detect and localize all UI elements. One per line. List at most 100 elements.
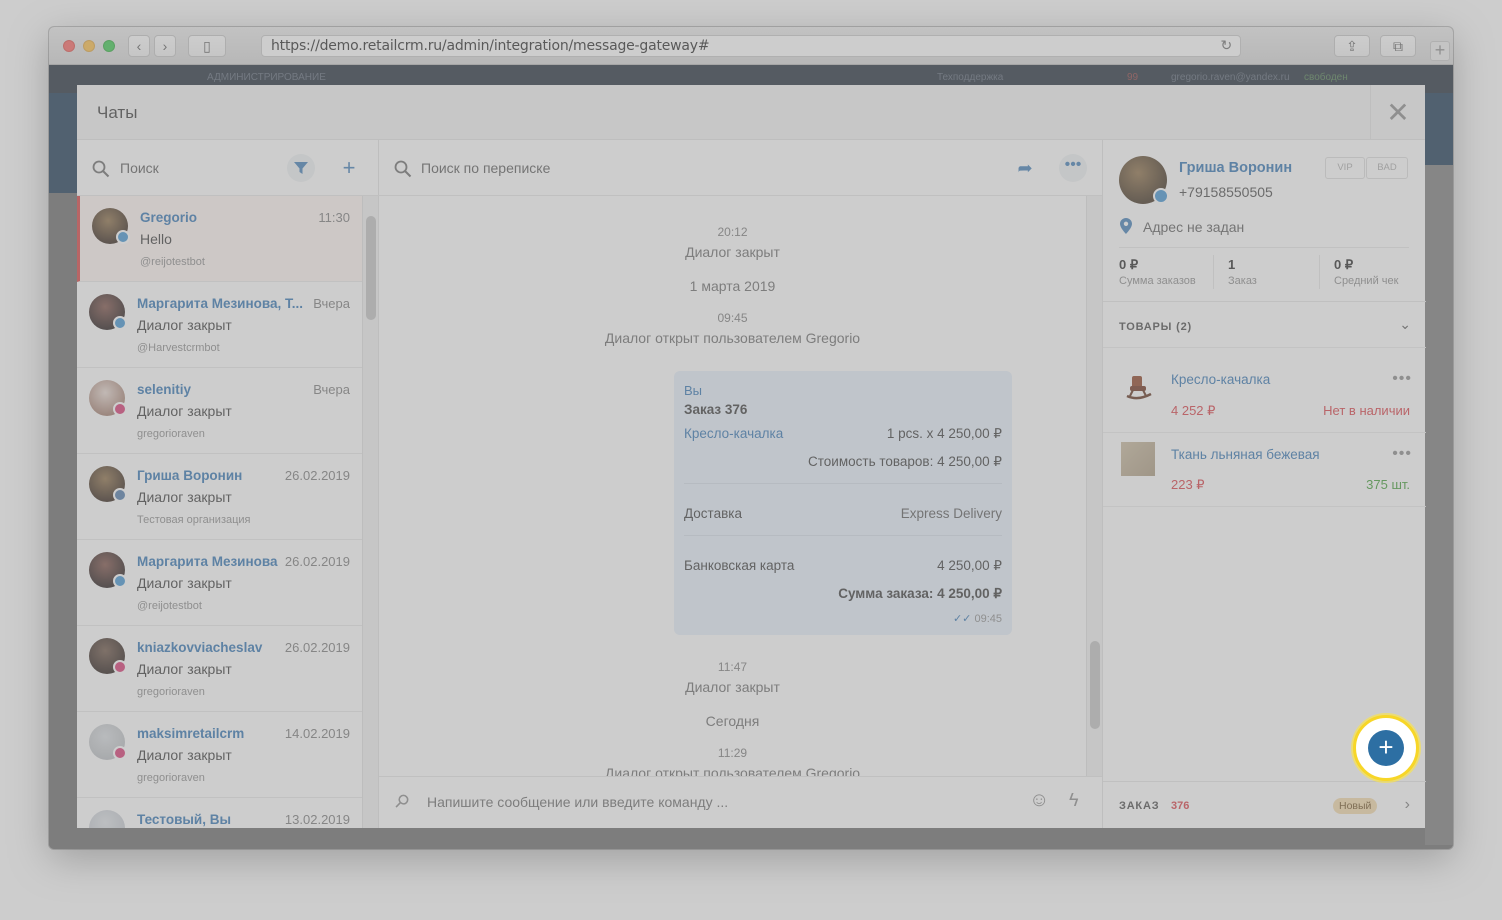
reload-icon[interactable]: ↻ <box>1220 36 1232 56</box>
product-stock: 375 шт. <box>1366 477 1410 492</box>
date-separator: Сегодня <box>705 713 760 729</box>
add-order-button[interactable]: + <box>1368 730 1404 766</box>
chat-last-message: Диалог закрыт <box>137 403 232 419</box>
payment-row: Банковская карта 4 250,00 ₽ <box>684 558 1002 576</box>
divider <box>1103 347 1426 348</box>
order-item-qty: 1 pcs. x 4 250,00 ₽ <box>886 426 1002 441</box>
chat-search-bar: Поиск + <box>77 140 379 196</box>
average-check-value: 0 ₽ <box>1334 257 1354 272</box>
chat-list-panel: Поиск + Gregorio 11:30 Hello @reijotestbot М… <box>77 140 379 828</box>
chat-item[interactable]: Gregorio 11:30 Hello @reijotestbot <box>77 196 362 282</box>
vip-tag[interactable]: VIP <box>1325 157 1365 179</box>
message-time-text: 09:45 <box>974 613 1002 625</box>
order-item-link[interactable]: Кресло-качалка <box>684 426 783 441</box>
bad-tag[interactable]: BAD <box>1366 157 1408 179</box>
message-input[interactable]: Напишите сообщение или введите команду .… <box>427 794 728 810</box>
chevron-right-icon[interactable]: › <box>1405 796 1410 814</box>
order-number[interactable]: 376 <box>1171 800 1189 812</box>
chat-channel-name: gregorioraven <box>137 428 205 440</box>
event-time: 11:47 <box>717 660 748 674</box>
product-price: 4 252 ₽ <box>1171 403 1216 418</box>
chat-item[interactable]: kniazkovviacheslav 26.02.2019 Диалог закры… <box>77 626 362 712</box>
chevron-down-icon[interactable]: ⌄ <box>1399 316 1411 333</box>
product-stock: Нет в наличии <box>1323 403 1410 418</box>
conversation-search-input[interactable]: Поиск по переписке <box>421 160 550 176</box>
conversation-scroll-thumb[interactable] <box>1090 641 1100 729</box>
divider <box>1119 247 1409 248</box>
goods-total-row: Стоимость товаров: 4 250,00 ₽ <box>684 454 1002 472</box>
zoom-window-button[interactable] <box>103 40 115 52</box>
background-panel <box>1425 165 1453 845</box>
close-window-button[interactable] <box>63 40 75 52</box>
chat-name: Маргарита Мезинова <box>137 554 278 569</box>
minimize-window-button[interactable] <box>83 40 95 52</box>
divider <box>1103 301 1426 302</box>
product-name[interactable]: Ткань льняная бежевая <box>1171 447 1320 462</box>
more-icon[interactable]: ••• <box>1392 370 1412 388</box>
order-message-item: Кресло-качалка 1 pcs. x 4 250,00 ₽ <box>684 426 1002 444</box>
chat-item[interactable]: Гриша Воронин 26.02.2019 Диалог закрыт Тест… <box>77 454 362 540</box>
chat-list-scrollbar[interactable] <box>362 196 378 828</box>
order-message-bubble: Вы Заказ 376 Кресло-качалка 1 pcs. x 4 2… <box>674 371 1012 635</box>
more-icon[interactable]: ••• <box>1059 154 1087 182</box>
average-check-label: Средний чек <box>1334 275 1399 287</box>
tabs-icon[interactable]: ⧉ <box>1380 35 1416 57</box>
products-title[interactable]: ТОВАРЫ (2) <box>1119 321 1192 333</box>
chat-item[interactable]: Маргарита Мезинова 26.02.2019 Диалог закры… <box>77 540 362 626</box>
forward-button[interactable]: › <box>154 35 176 57</box>
divider <box>684 535 1002 536</box>
product-name[interactable]: Кресло-качалка <box>1171 372 1270 387</box>
emoji-icon[interactable]: ☺ <box>1029 789 1049 812</box>
chat-item[interactable]: selenitiy Вчера Диалог закрыт gregorioraven <box>77 368 362 454</box>
date-separator: 1 марта 2019 <box>689 278 776 294</box>
chat-item[interactable]: maksimretailcrm 14.02.2019 Диалог закрыт gr… <box>77 712 362 798</box>
product-image <box>1126 376 1152 400</box>
attach-icon[interactable]: ⚲ <box>390 789 413 813</box>
chat-name: Маргарита Мезинова, Т... <box>137 296 303 311</box>
event-text: Диалог открыт пользователем Gregorio <box>604 765 861 776</box>
telegram-icon <box>1153 188 1169 204</box>
modal-header: Чаты ✕ <box>77 85 1425 140</box>
order-status-badge: Новый <box>1333 798 1378 814</box>
chat-item[interactable]: Тестовый, Вы 13.02.2019 <box>77 798 362 828</box>
product-item: Ткань льняная бежевая ••• 223 ₽ 375 шт. <box>1103 436 1426 506</box>
background-admin-label: АДМИНИСТРИРОВАНИЕ <box>207 72 326 83</box>
double-check-icon: ✓✓ <box>952 613 975 625</box>
order-message-title: Заказ 376 <box>684 402 748 417</box>
message-meta: ✓✓ 09:45 <box>684 612 1002 626</box>
chat-search-input[interactable]: Поиск <box>120 160 159 176</box>
sidebar-toggle-icon[interactable]: ▯ <box>188 35 226 57</box>
forward-icon[interactable]: ➦ <box>1011 154 1039 182</box>
instagram-icon <box>113 660 127 674</box>
orders-sum-value: 0 ₽ <box>1119 257 1139 272</box>
conversation-panel: Поиск по переписке ➦ ••• 20:12 Диалог за… <box>379 140 1102 828</box>
lightning-icon[interactable]: ϟ <box>1069 790 1079 811</box>
chat-list-scroll-thumb[interactable] <box>366 216 376 320</box>
modal-title: Чаты <box>97 103 138 122</box>
product-item: Кресло-качалка ••• 4 252 ₽ Нет в наличии <box>1103 360 1426 430</box>
product-image <box>1121 442 1155 476</box>
instagram-icon <box>113 746 127 760</box>
divider <box>1213 255 1214 289</box>
chat-time: Вчера <box>313 382 350 397</box>
customer-name[interactable]: Гриша Воронин <box>1179 160 1292 176</box>
delivery-row: Доставка Express Delivery <box>684 506 1002 524</box>
back-button[interactable]: ‹ <box>128 35 150 57</box>
add-chat-button[interactable]: + <box>335 154 363 182</box>
payment-label: Банковская карта <box>684 558 795 573</box>
event-text: Диалог открыт пользователем Gregorio <box>604 330 861 346</box>
chat-last-message: Диалог закрыт <box>137 575 232 591</box>
share-icon[interactable]: ⇪ <box>1334 35 1370 57</box>
close-icon[interactable]: ✕ <box>1370 85 1425 140</box>
order-total: Сумма заказа: 4 250,00 ₽ <box>838 586 1002 601</box>
conversation-scrollbar[interactable] <box>1086 196 1102 776</box>
order-bar[interactable]: ЗАКАЗ 376 Новый › <box>1103 781 1426 828</box>
divider <box>1319 255 1320 289</box>
new-tab-button[interactable]: + <box>1430 41 1450 61</box>
more-icon[interactable]: ••• <box>1392 445 1412 463</box>
address-bar[interactable]: https://demo.retailcrm.ru/admin/integrat… <box>261 35 1241 57</box>
search-icon <box>394 160 412 178</box>
divider <box>684 483 1002 484</box>
chat-item[interactable]: Маргарита Мезинова, Т... Вчера Диалог закр… <box>77 282 362 368</box>
filter-icon[interactable] <box>287 154 315 182</box>
